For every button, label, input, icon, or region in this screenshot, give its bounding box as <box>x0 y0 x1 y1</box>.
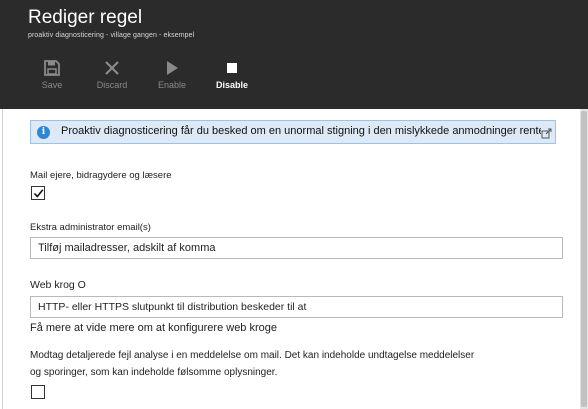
webhook-field[interactable]: HTTP- eller HTTPS slutpunkt til distribu… <box>30 296 563 318</box>
page-title: Rediger regel <box>28 7 143 28</box>
scrollbar-thumb[interactable] <box>581 111 587 407</box>
external-link-icon[interactable] <box>541 126 552 139</box>
enable-button[interactable]: Enable <box>142 55 202 95</box>
extra-email-field[interactable]: Tilføj mailadresser, adskilt af komma <box>30 237 563 259</box>
enable-label: Enable <box>157 80 187 90</box>
webhook-label: Web krog O <box>30 279 86 291</box>
command-bar: Save Discard Enable Disable <box>0 55 300 95</box>
disable-button[interactable]: Disable <box>202 55 262 95</box>
blade-border <box>2 109 3 409</box>
close-icon <box>82 59 142 77</box>
checkmark-icon <box>33 189 44 198</box>
mail-owners-label: Mail ejere, bidragydere og læsere <box>30 170 172 181</box>
mail-owners-checkbox[interactable] <box>31 186 45 200</box>
blade-header: Rediger regel proaktiv diagnosticering -… <box>0 0 588 109</box>
save-button[interactable]: Save <box>22 55 82 95</box>
detailed-analysis-checkbox[interactable] <box>31 385 45 399</box>
info-icon: i <box>37 126 50 139</box>
page-subtitle: proaktiv diagnosticering - village gange… <box>28 32 195 39</box>
discard-button[interactable]: Discard <box>82 55 142 95</box>
stop-icon <box>202 59 262 77</box>
disable-label: Disable <box>215 80 248 90</box>
info-banner-text: Proaktiv diagnosticering får du besked o… <box>61 125 545 137</box>
save-icon <box>22 59 82 77</box>
save-label: Save <box>41 80 63 90</box>
info-banner: i Proaktiv diagnosticering får du besked… <box>30 120 556 144</box>
detailed-analysis-description-line1: Modtag detaljerede fejl analyse i en med… <box>30 350 475 361</box>
play-icon <box>142 59 202 77</box>
extra-email-label: Ekstra administrator email(s) <box>30 222 151 233</box>
extra-email-placeholder: Tilføj mailadresser, adskilt af komma <box>38 242 216 254</box>
discard-label: Discard <box>96 80 128 90</box>
detailed-analysis-description-line2: og sporinger, som kan indeholde følsomme… <box>30 367 278 378</box>
webhook-help-link[interactable]: Få mere at vide mere om at konfigurere w… <box>30 322 277 334</box>
webhook-placeholder: HTTP- eller HTTPS slutpunkt til distribu… <box>38 301 307 313</box>
